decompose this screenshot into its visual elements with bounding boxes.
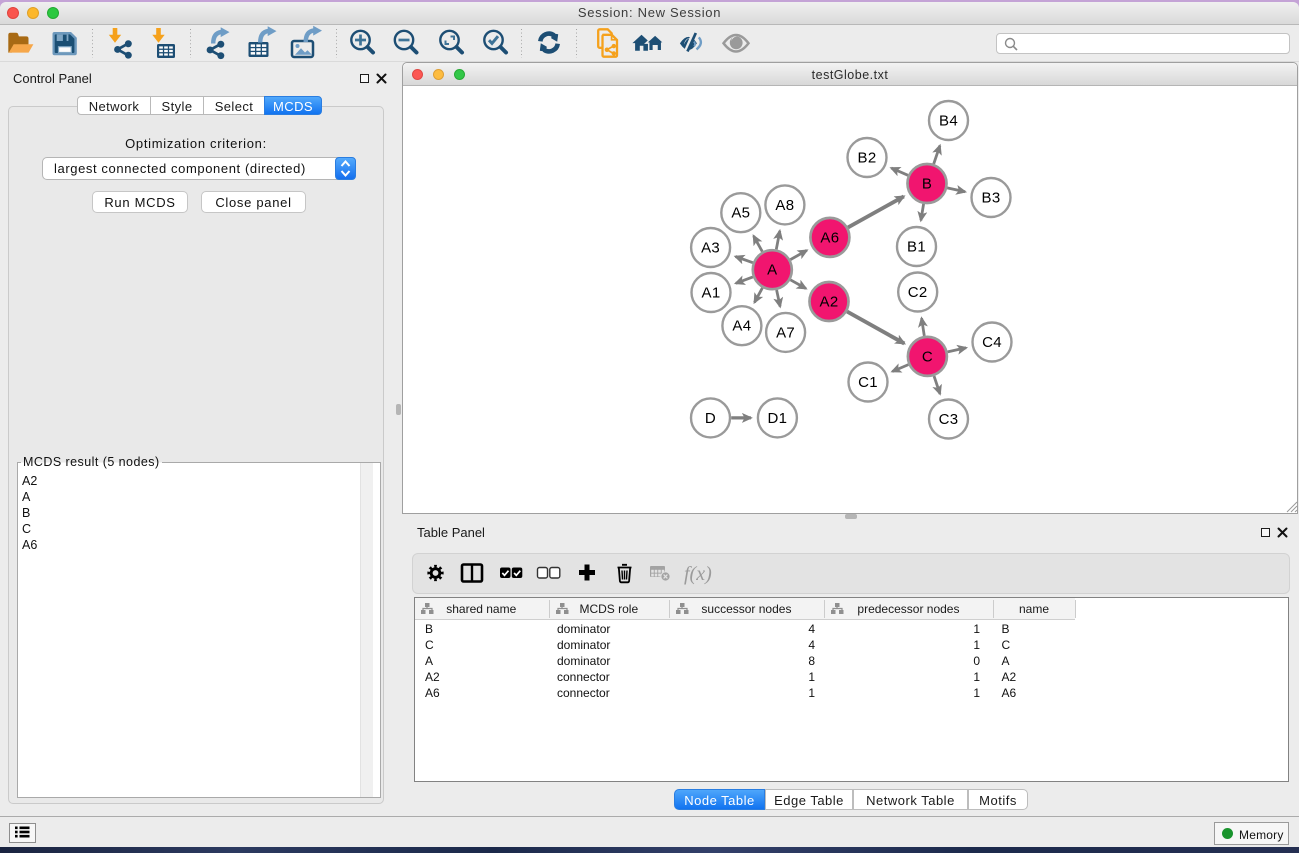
svg-text:B3: B3 bbox=[982, 190, 1001, 207]
svg-text:A7: A7 bbox=[776, 324, 795, 341]
svg-text:C2: C2 bbox=[908, 284, 928, 301]
svg-text:f(x): f(x) bbox=[684, 563, 712, 585]
svg-text:A1: A1 bbox=[702, 285, 721, 302]
svg-text:A6: A6 bbox=[820, 229, 839, 246]
svg-text:A3: A3 bbox=[701, 240, 720, 257]
svg-text:C4: C4 bbox=[982, 334, 1002, 351]
svg-text:C1: C1 bbox=[858, 374, 878, 391]
svg-text:A: A bbox=[767, 262, 777, 279]
svg-text:C3: C3 bbox=[939, 411, 959, 428]
svg-text:D1: D1 bbox=[768, 410, 788, 427]
svg-text:B4: B4 bbox=[939, 113, 958, 130]
svg-text:B1: B1 bbox=[907, 239, 926, 256]
svg-text:B2: B2 bbox=[858, 150, 877, 167]
svg-text:C: C bbox=[922, 348, 933, 365]
svg-text:D: D bbox=[705, 410, 716, 427]
svg-text:B: B bbox=[922, 176, 932, 193]
svg-text:A8: A8 bbox=[775, 197, 794, 214]
svg-text:A4: A4 bbox=[732, 318, 751, 335]
svg-text:A2: A2 bbox=[820, 294, 839, 311]
svg-text:A5: A5 bbox=[731, 205, 750, 222]
